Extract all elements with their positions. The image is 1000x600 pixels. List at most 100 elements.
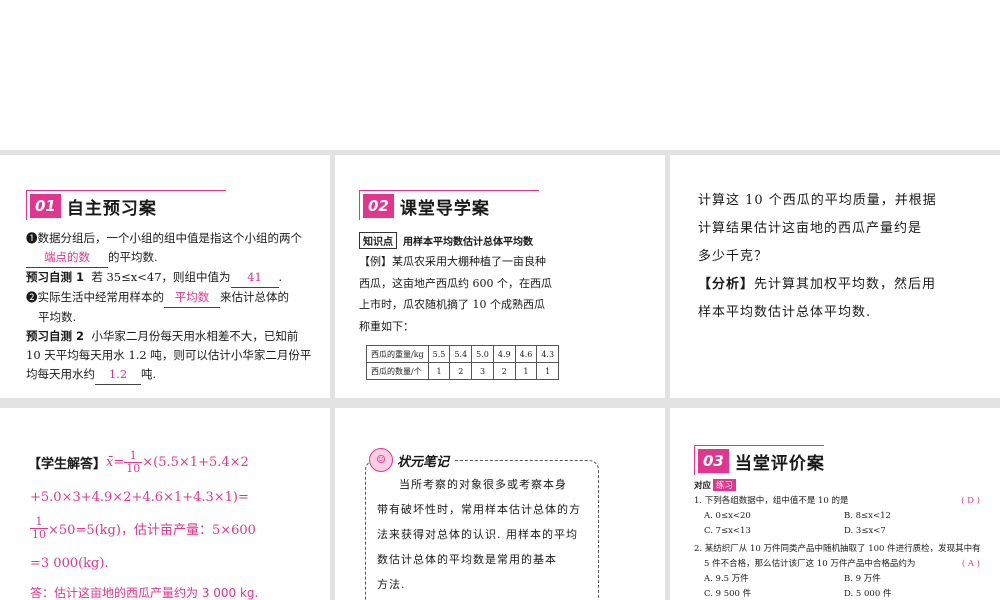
- options-row: C. 7≤x<13 D. 3≤x<7: [694, 524, 994, 539]
- table-cell: 4.9: [492, 345, 516, 363]
- text-line: 计算这 10 个西瓜的平均质量，并根据: [698, 193, 937, 208]
- note-line: 方法.: [377, 578, 406, 591]
- panel-student-answer: 【学生解答】 x̄ = 1 10 ×(5.5×1+5.4×2 +5.0×3+4.9…: [0, 408, 330, 600]
- example-line: 上市时，瓜农随机摘了 10 个成熟西瓜: [359, 298, 545, 311]
- header-rule-left: [26, 190, 27, 220]
- options-row: A. 9.5 万件 B. 9 万件: [694, 572, 994, 587]
- row-label: 西瓜的重量/kg: [366, 345, 429, 363]
- answer-line-2: +5.0×3+4.9×2+4.6×1+4.3×1)=: [30, 490, 249, 505]
- header-rule: [359, 190, 539, 191]
- denominator: 10: [32, 528, 46, 541]
- text-line: 样本平均数估计总体平均数.: [698, 305, 872, 320]
- self-test-label: 预习自测 2: [26, 329, 85, 343]
- answer-line-4: =3 000(kg).: [30, 556, 109, 571]
- denominator: 10: [126, 462, 141, 475]
- text-line: 【分析】先计算其加权平均数，然后用: [698, 271, 998, 299]
- student-answer-label: 【学生解答】: [28, 457, 107, 472]
- section-header-03: 03 当堂评价案: [694, 445, 825, 475]
- panel-self-study: 01 自主预习案 ❶数据分组后，一个小组的组中值是指这个小组的两个 端点的数 的平…: [0, 155, 330, 398]
- option: B. 9 万件: [844, 574, 881, 584]
- section-title: 自主预习案: [66, 198, 157, 219]
- row-label: 西瓜的数量/个: [366, 362, 429, 380]
- section-title: 课堂导学案: [399, 198, 490, 219]
- self-test-text: 若 35≤x<47，则组中值为: [91, 270, 231, 284]
- table-row: 西瓜的数量/个 1 2 3 2 1 1: [366, 362, 560, 380]
- answer-blank: 端点的数: [26, 248, 108, 268]
- practice-tag-badge: 练习: [713, 479, 737, 491]
- table-cell: 5.4: [449, 345, 473, 363]
- table-cell: 4.6: [514, 345, 538, 363]
- table-cell: 2: [449, 362, 473, 380]
- table-cell: 2: [492, 362, 516, 380]
- text-line: 多少千克？: [698, 249, 769, 264]
- option: D. 5 000 件: [844, 589, 892, 599]
- knowledge-point: 知识点 用样本平均数估计总体平均数: [359, 232, 533, 249]
- example-line: 【例】某瓜农采用大棚种植了一亩良种: [359, 255, 546, 268]
- answer-blank: 1.2: [95, 365, 141, 385]
- answer-line-5: 答：估计这亩地的西瓜产量约为 3 000 kg.: [30, 586, 259, 600]
- option: C. 7≤x<13: [704, 526, 751, 536]
- note-text: 当所考察的对象很多或考察本身 带有破坏性时，常用样本估计总体的方 法来获得对总体…: [377, 472, 597, 597]
- math-text: ×50=5(kg)，估计亩产量：5×600: [48, 523, 256, 538]
- note-badge-title: 状元笔记: [397, 454, 450, 470]
- line-4-head: ❷实际生活中经常用样本的: [26, 290, 164, 304]
- equals-sign: =: [113, 455, 125, 470]
- question-2: 2. 某纺织厂从 10 万件同类产品中随机抽取了 100 件进行质检，发现其中有…: [694, 542, 994, 600]
- section-number: 02: [363, 194, 394, 218]
- line-4-tail: 来估计总体的: [220, 290, 289, 304]
- question-1: 1. 下列各组数据中，组中值不是 10 的是 ( D ) A. 0≤x<20 B. …: [694, 494, 994, 539]
- header-rule-left: [359, 190, 360, 220]
- section-header-01: 01 自主预习案: [26, 190, 226, 220]
- section-number: 03: [698, 449, 729, 473]
- practice-tag-label: 对应: [694, 481, 712, 491]
- option: A. 0≤x<20: [704, 511, 751, 521]
- content-grid: 01 自主预习案 ❶数据分组后，一个小组的组中值是指这个小组的两个 端点的数 的平…: [0, 150, 1000, 600]
- panel-evaluation: 03 当堂评价案 对应 练习 1. 下列各组数据中，组中值不是 10 的是 ( D…: [670, 408, 1000, 600]
- question-text: 5 件不合格，那么估计该厂这 10 万件产品中合格品约为: [704, 559, 916, 569]
- section-title: 当堂评价案: [734, 453, 825, 474]
- analysis-label: 【分析】: [698, 277, 755, 292]
- question-stem: 1. 下列各组数据中，组中值不是 10 的是 ( D ): [694, 494, 994, 509]
- line-5: 平均数.: [38, 310, 77, 324]
- line-8-tail: 吨.: [141, 367, 157, 381]
- table-cell: 5.5: [427, 345, 451, 363]
- panel-classroom-guide: 02 课堂导学案 知识点 用样本平均数估计总体平均数 【例】某瓜农采用大棚种植了…: [335, 155, 665, 398]
- fraction: 1 10: [124, 450, 143, 475]
- line-4: ❷实际生活中经常用样本的 平均数 来估计总体的: [26, 288, 326, 308]
- panel-example-continued: 计算这 10 个西瓜的平均质量，并根据 计算结果估计这亩地的西瓜产量约是 多少千…: [670, 155, 1000, 398]
- table-cell: 1: [427, 362, 451, 380]
- preview-text: ❶数据分组后，一个小组的组中值是指这个小组的两个 端点的数 的平均数. 预习自测 …: [26, 229, 326, 385]
- option: B. 8≤x<12: [844, 511, 891, 521]
- header-rule: [694, 445, 824, 446]
- line-6: 预习自测 2 小华家二月份每天用水相差不大，已知前: [26, 327, 326, 346]
- example-continued-text: 计算这 10 个西瓜的平均质量，并根据 计算结果估计这亩地的西瓜产量约是 多少千…: [698, 187, 998, 327]
- line-2: 端点的数 的平均数.: [26, 248, 326, 268]
- watermelon-table: 西瓜的重量/kg 5.5 5.4 5.0 4.9 4.6 4.3 西瓜的数量/个…: [366, 345, 560, 380]
- line-7: 10 天平均每天用水 1.2 吨，则可以估计小华家二月份平: [26, 348, 312, 362]
- option: D. 3≤x<7: [844, 526, 886, 536]
- math-text: ×(5.5×1+5.4×2: [142, 455, 249, 470]
- table-cell: 1: [514, 362, 538, 380]
- note-line: 带有破坏性时，常用样本估计总体的方: [377, 503, 581, 516]
- practice-tag: 对应 练习: [694, 479, 737, 491]
- line-2-tail: 的平均数.: [108, 250, 158, 264]
- option: A. 9.5 万件: [704, 574, 749, 584]
- knowledge-tag: 知识点: [359, 232, 397, 249]
- smiley-icon: ☺: [369, 448, 393, 472]
- line-8: 均每天用水约 1.2 吨.: [26, 365, 326, 385]
- example-text: 【例】某瓜农采用大棚种植了一亩良种 西瓜，这亩地产西瓜约 600 个，在西瓜 上…: [359, 251, 659, 337]
- line-3-tail: .: [278, 270, 283, 284]
- table-cell: 5.0: [471, 345, 494, 363]
- example-line: 西瓜，这亩地产西瓜约 600 个，在西瓜: [359, 276, 552, 290]
- answer-line-1: 【学生解答】 x̄ = 1 10 ×(5.5×1+5.4×2: [28, 450, 249, 475]
- question-stem: 5 件不合格，那么估计该厂这 10 万件产品中合格品约为 ( A ): [694, 557, 994, 572]
- answer-blank: 41: [230, 268, 279, 288]
- line-8-head: 均每天用水约: [26, 367, 95, 381]
- fraction: 1 10: [30, 516, 48, 541]
- question-text: 2. 某纺织厂从 10 万件同类产品中随机抽取了 100 件进行质检，发现其中有: [694, 544, 981, 554]
- answer-blank: 平均数: [164, 288, 220, 308]
- note-badge: ☺ 状元笔记: [369, 448, 454, 472]
- section-number: 01: [30, 194, 61, 218]
- note-line: 数估计总体的平均数是常用的基本: [377, 553, 557, 566]
- option: C. 9 500 件: [704, 589, 752, 599]
